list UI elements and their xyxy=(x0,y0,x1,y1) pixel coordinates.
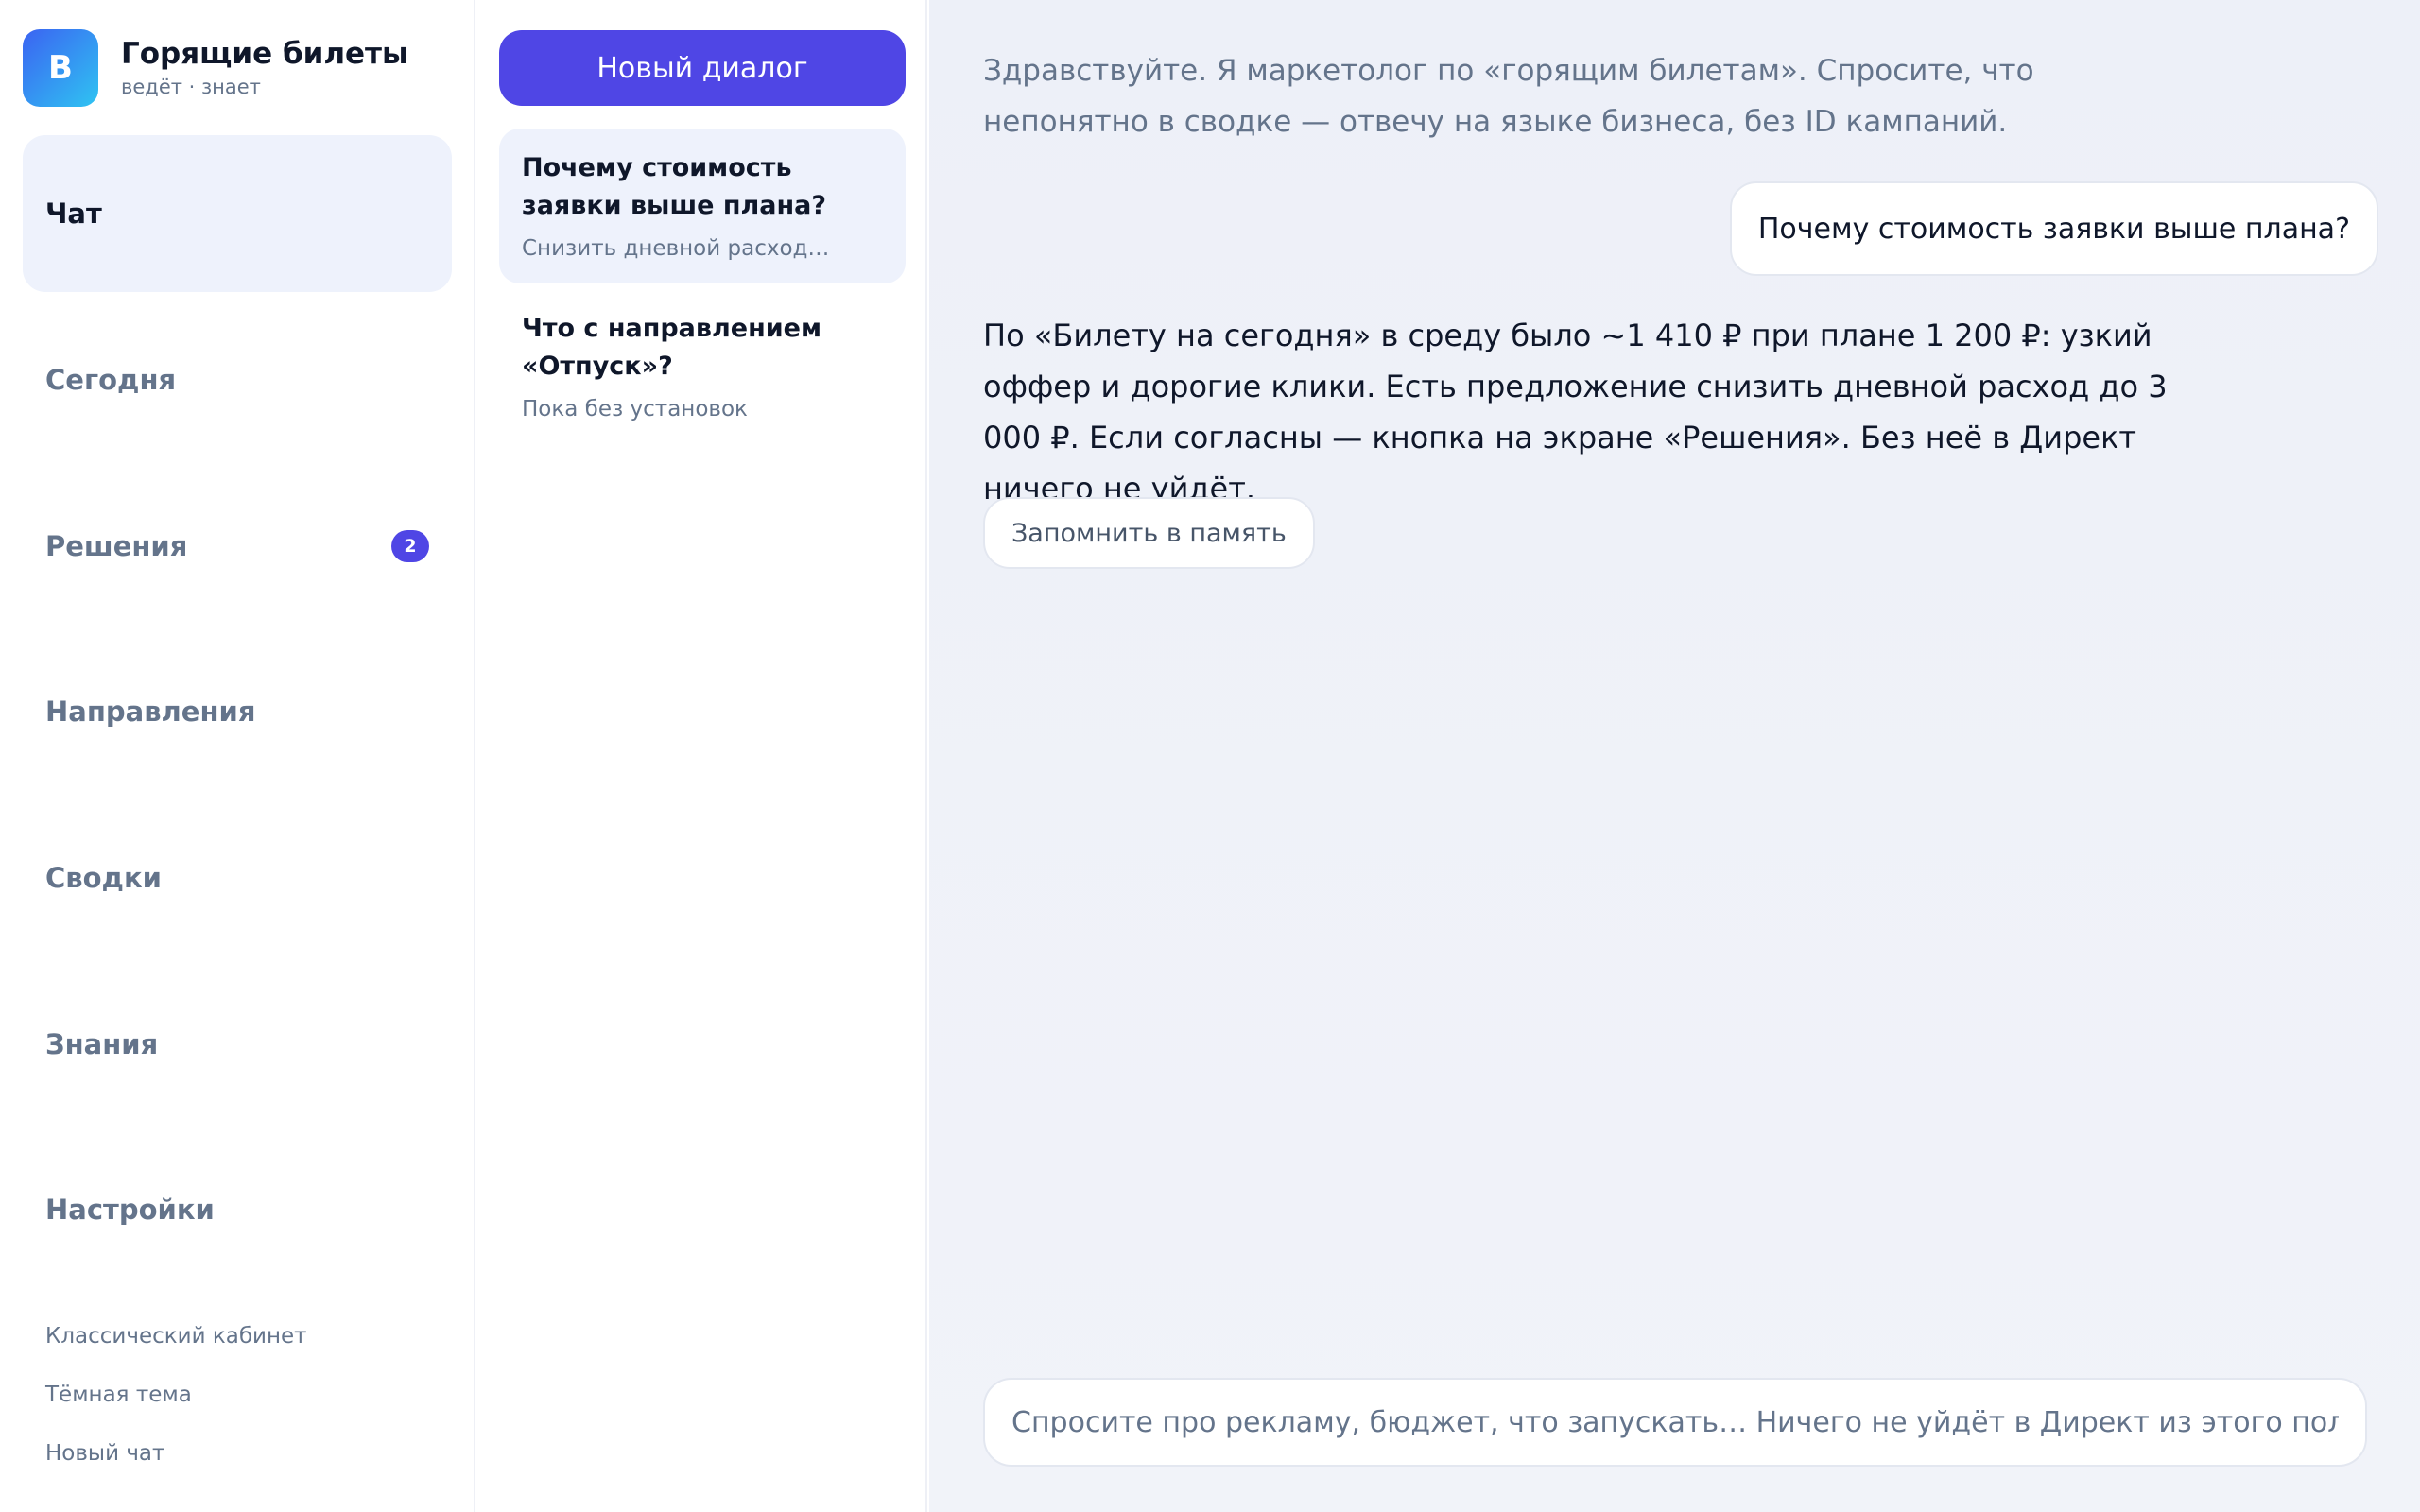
conversation-title: Почему стоимость заявки выше плана? xyxy=(522,153,827,220)
dark-theme-link[interactable]: Тёмная тема xyxy=(45,1383,192,1407)
brand-text: Горящие билеты ведёт · знает xyxy=(121,36,408,100)
nav-item-settings[interactable]: Настройки xyxy=(23,1131,452,1288)
new-dialog-button[interactable]: Новый диалог xyxy=(499,30,906,106)
brand[interactable]: B Горящие билеты ведёт · знает xyxy=(23,29,408,107)
assistant-message: По «Билету на сегодня» в среду было ~1 4… xyxy=(983,318,2168,507)
nav-item-knowledge[interactable]: Знания xyxy=(23,966,452,1123)
nav-item-summaries[interactable]: Сводки xyxy=(23,799,452,956)
nav-item-label: Настройки xyxy=(45,1194,215,1226)
user-message-bubble: Почему стоимость заявки выше плана? xyxy=(1729,181,2378,276)
conversation-list-panel: Новый диалог Почему стоимость заявки выш… xyxy=(475,0,927,1512)
nav-item-label: Сводки xyxy=(45,862,162,894)
brand-title: Горящие билеты xyxy=(121,37,409,71)
message-input[interactable] xyxy=(983,1378,2367,1467)
sidebar: B Горящие билеты ведёт · знает Чат Сегод… xyxy=(0,0,475,1512)
nav-item-label: Знания xyxy=(45,1028,159,1060)
decisions-count-badge: 2 xyxy=(391,530,429,562)
nav-item-label: Решения xyxy=(45,530,188,562)
nav-item-label: Направления xyxy=(45,696,256,728)
nav-item-directions[interactable]: Направления xyxy=(23,633,452,790)
conversation-title: Что с направлением «Отпуск»? xyxy=(522,314,822,381)
brand-subtitle: ведёт · знает xyxy=(121,76,261,98)
classic-cabinet-link[interactable]: Классический кабинет xyxy=(45,1324,307,1349)
conversation-preview: Пока без установок xyxy=(522,397,748,421)
assistant-intro-text: Здравствуйте. Я маркетолог по «горящим б… xyxy=(983,54,2034,139)
remember-to-memory-button[interactable]: Запомнить в память xyxy=(983,497,1315,569)
nav-item-decisions[interactable]: Решения 2 xyxy=(23,468,452,625)
conversation-item[interactable]: Что с направлением «Отпуск»? Пока без ус… xyxy=(499,289,906,444)
nav-item-label: Чат xyxy=(45,198,102,230)
conversation-item[interactable]: Почему стоимость заявки выше плана? Сниз… xyxy=(499,129,906,284)
nav-item-today[interactable]: Сегодня xyxy=(23,301,452,458)
brand-logo: B xyxy=(23,29,98,107)
app-window: B Горящие билеты ведёт · знает Чат Сегод… xyxy=(0,0,2420,1512)
nav-item-label: Сегодня xyxy=(45,364,177,396)
nav-item-chat[interactable]: Чат xyxy=(23,135,452,292)
conversation-preview: Снизить дневной расход… xyxy=(522,236,830,261)
chat-area: Здравствуйте. Я маркетолог по «горящим б… xyxy=(929,0,2420,1512)
new-chat-link[interactable]: Новый чат xyxy=(45,1441,164,1466)
